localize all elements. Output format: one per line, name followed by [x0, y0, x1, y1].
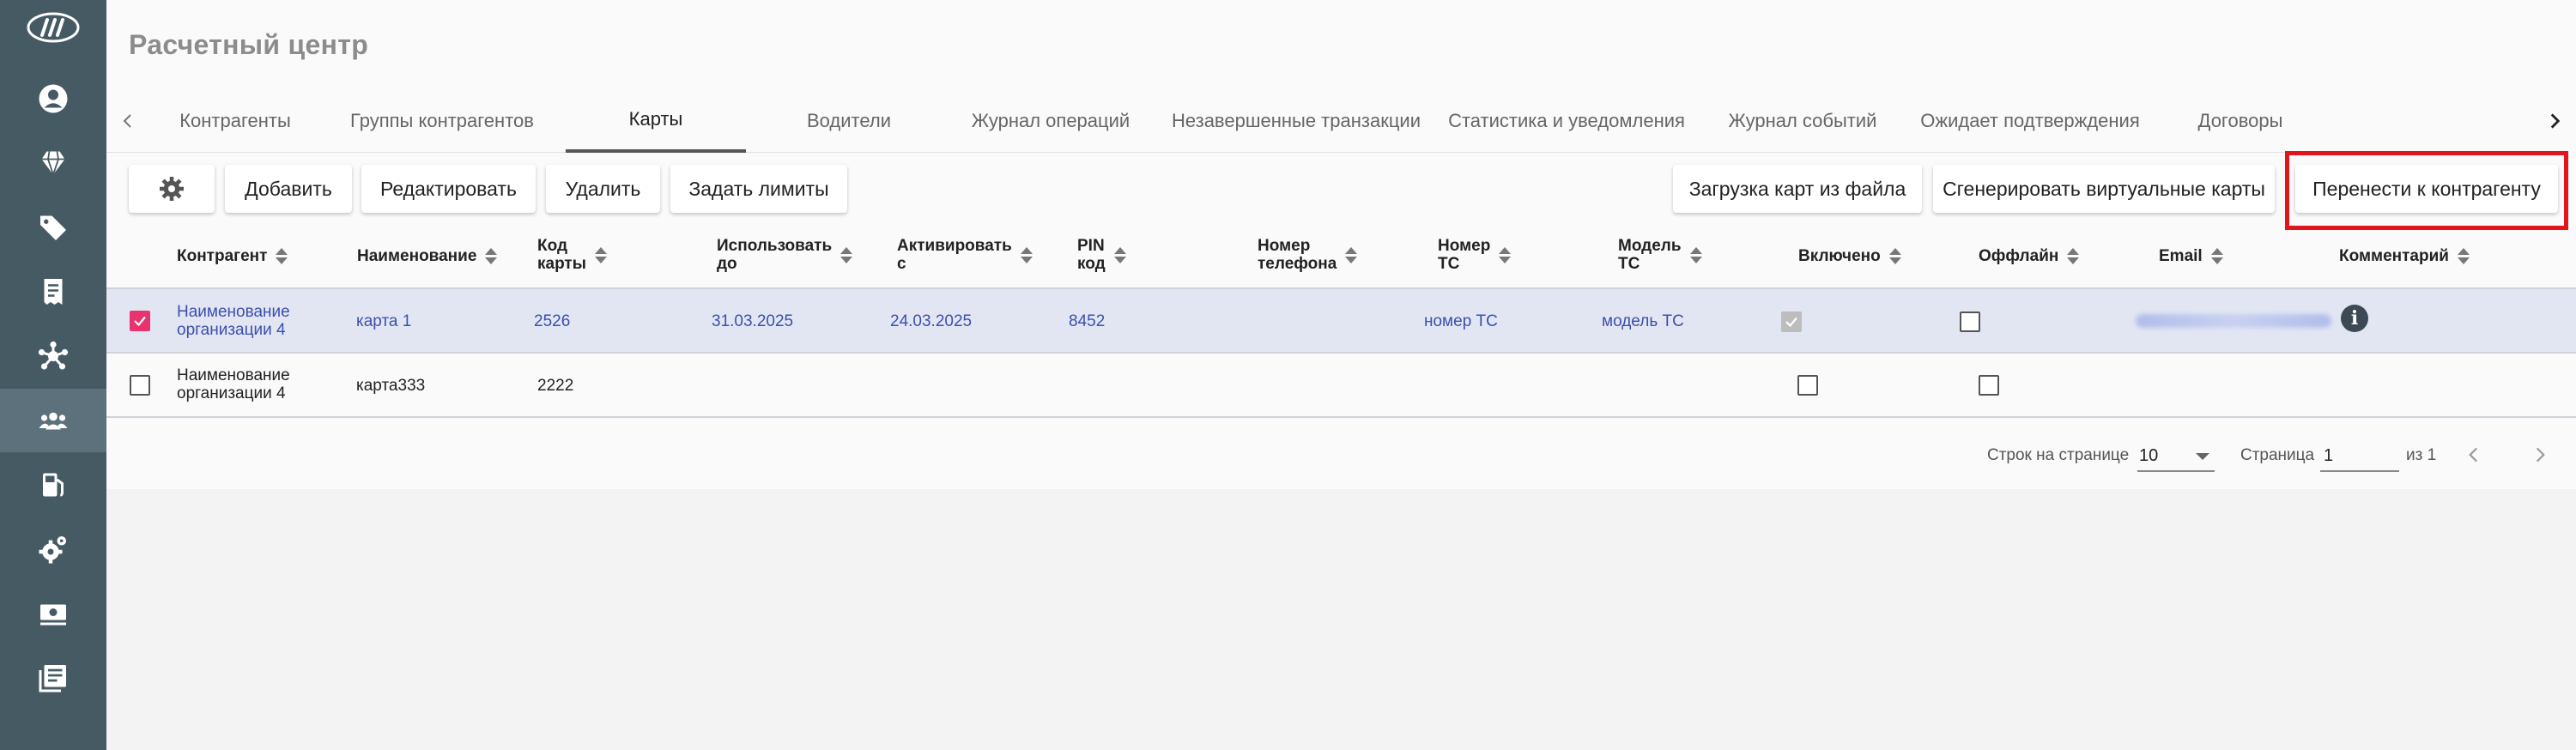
empty-area [106, 489, 2576, 750]
tab-counterparty-groups[interactable]: Группы контрагентов [335, 89, 549, 153]
tabs-scroll-left-button[interactable] [106, 89, 149, 153]
column-header-comment[interactable]: Комментарий [2339, 246, 2470, 265]
logo-icon[interactable] [27, 12, 80, 43]
rows-per-page-value: 10 [2139, 446, 2159, 465]
tab-counterparties[interactable]: Контрагенты [158, 89, 312, 153]
row-counterparty[interactable]: Наименование организации 4 [177, 366, 290, 402]
sort-icon [2067, 246, 2080, 265]
info-icon[interactable]: i [2341, 305, 2368, 332]
next-page-button[interactable] [2524, 439, 2555, 470]
tab-bar: Контрагенты Группы контрагентов Карты Во… [106, 89, 2576, 153]
generate-virtual-cards-button[interactable]: Сгенерировать виртуальные карты [1933, 165, 2275, 213]
sort-icon [2457, 246, 2470, 265]
offline-checkbox[interactable] [1960, 311, 1980, 332]
column-header-phone[interactable]: Номер телефона [1258, 237, 1358, 273]
offline-checkbox[interactable] [1979, 375, 1999, 396]
add-button[interactable]: Добавить [225, 165, 352, 213]
highlight-frame [2285, 151, 2568, 230]
column-header-use-until[interactable]: Использовать до [717, 237, 853, 273]
row-checkbox[interactable] [130, 375, 150, 396]
column-header-card-code[interactable]: Код карты [537, 237, 607, 273]
network-icon[interactable] [0, 324, 106, 388]
tab-pending-transactions[interactable]: Незавершенные транзакции [1167, 89, 1425, 153]
set-limits-button[interactable]: Задать лимиты [670, 165, 847, 213]
tab-operations-log[interactable]: Журнал операций [948, 89, 1154, 153]
page-label: Страница [2240, 446, 2315, 464]
email-value-redacted [2136, 314, 2331, 328]
sort-icon [1888, 246, 1901, 265]
check-icon [134, 316, 146, 327]
sort-icon [485, 246, 498, 265]
page-title: Расчетный центр [129, 29, 369, 60]
page-input[interactable]: 1 [2320, 438, 2399, 472]
column-header-email[interactable]: Email [2159, 246, 2223, 265]
rows-per-page-select[interactable]: 10 [2137, 438, 2215, 472]
sort-icon [1499, 245, 1512, 264]
sort-icon [1113, 245, 1126, 264]
column-header-activate-from[interactable]: Активировать с [897, 237, 1033, 273]
row-counterparty[interactable]: Наименование организации 4 [177, 303, 290, 339]
tab-events-log[interactable]: Журнал событий [1708, 89, 1897, 153]
row-pin: 8452 [1069, 312, 1106, 330]
receipt-icon[interactable] [0, 260, 106, 324]
sort-icon [1345, 245, 1358, 264]
tab-statistics-notifications[interactable]: Статистика и уведомления [1442, 89, 1691, 153]
sort-icon [2210, 246, 2223, 265]
gear-icon [160, 177, 184, 201]
column-header-counterparty[interactable]: Контрагент [177, 246, 288, 265]
tabs-scroll-right-button[interactable] [2533, 89, 2576, 153]
sort-icon [840, 245, 853, 264]
row-use-until: 31.03.2025 [712, 312, 794, 330]
tab-awaiting-confirmation[interactable]: Ожидает подтверждения [1914, 89, 2146, 153]
row-activate-from: 24.03.2025 [890, 312, 973, 330]
column-header-enabled[interactable]: Включено [1798, 246, 1901, 265]
delete-button[interactable]: Удалить [546, 165, 660, 213]
chevron-right-icon [2550, 113, 2561, 129]
column-header-vehicle-model[interactable]: Модель ТС [1618, 237, 1702, 273]
row-card-code: 2222 [537, 377, 574, 395]
row-name: карта333 [356, 377, 426, 395]
chevron-right-icon [2536, 447, 2545, 463]
users-icon[interactable] [0, 389, 106, 452]
row-checkbox[interactable] [130, 311, 150, 331]
divider [106, 416, 2576, 418]
sort-icon [1689, 245, 1702, 264]
fuel-pump-icon[interactable] [0, 453, 106, 517]
column-header-name[interactable]: Наименование [357, 246, 498, 265]
chevron-left-icon [123, 114, 131, 128]
column-header-pin[interactable]: PIN код [1077, 237, 1126, 273]
settings-button[interactable] [129, 165, 215, 213]
check-icon [1785, 317, 1797, 328]
rows-per-page-label: Строк на странице [1987, 446, 2130, 464]
page-value: 1 [2324, 446, 2334, 465]
column-header-vehicle-number[interactable]: Номер ТС [1438, 237, 1512, 273]
user-icon[interactable] [0, 67, 106, 130]
chevron-down-icon [2196, 453, 2209, 460]
tab-drivers[interactable]: Водители [767, 89, 930, 153]
chevron-left-icon [2469, 447, 2478, 463]
tab-cards[interactable]: Карты [566, 89, 746, 153]
enabled-checkbox[interactable] [1781, 311, 1802, 332]
row-card-code: 2526 [534, 312, 571, 330]
edit-button[interactable]: Редактировать [361, 165, 536, 213]
sort-icon [1020, 245, 1033, 264]
page-count: из 1 [2406, 446, 2437, 464]
upload-cards-button[interactable]: Загрузка карт из файла [1673, 165, 1922, 213]
cog-icon[interactable] [0, 517, 106, 581]
tab-contracts[interactable]: Договоры [2163, 89, 2318, 153]
column-header-offline[interactable]: Оффлайн [1979, 246, 2080, 265]
row-name: карта 1 [356, 312, 412, 330]
sidebar [0, 0, 106, 750]
row-vehicle-number: номер ТС [1424, 312, 1498, 330]
cash-icon[interactable] [0, 582, 106, 645]
tags-icon[interactable] [0, 196, 106, 259]
sort-icon [594, 245, 607, 264]
sort-icon [276, 246, 288, 265]
enabled-checkbox[interactable] [1797, 375, 1818, 396]
prev-page-button[interactable] [2458, 439, 2489, 470]
row-vehicle-model: модель ТС [1602, 312, 1684, 330]
diamond-icon[interactable] [0, 131, 106, 195]
divider [106, 352, 2576, 354]
list-icon[interactable] [0, 646, 106, 710]
